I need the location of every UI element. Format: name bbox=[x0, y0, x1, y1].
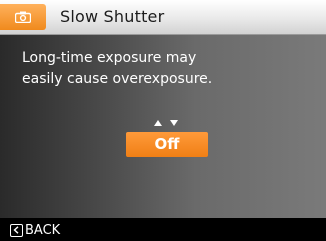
back-bracket-icon bbox=[10, 223, 23, 237]
camera-menu-screen: Slow Shutter Long-time exposure may easi… bbox=[0, 0, 326, 241]
back-button[interactable]: BACK bbox=[10, 221, 60, 239]
camera-icon bbox=[15, 11, 31, 23]
warning-message: Long-time exposure may easily cause over… bbox=[22, 50, 213, 87]
up-down-arrows-icon[interactable] bbox=[152, 118, 182, 128]
shutter-option-selector[interactable]: Off bbox=[126, 132, 208, 157]
title-bar: Slow Shutter bbox=[0, 0, 326, 35]
bottom-bar: BACK bbox=[0, 218, 326, 241]
back-label: BACK bbox=[25, 222, 61, 238]
mode-tab[interactable] bbox=[0, 4, 46, 30]
page-title: Slow Shutter bbox=[60, 7, 165, 26]
